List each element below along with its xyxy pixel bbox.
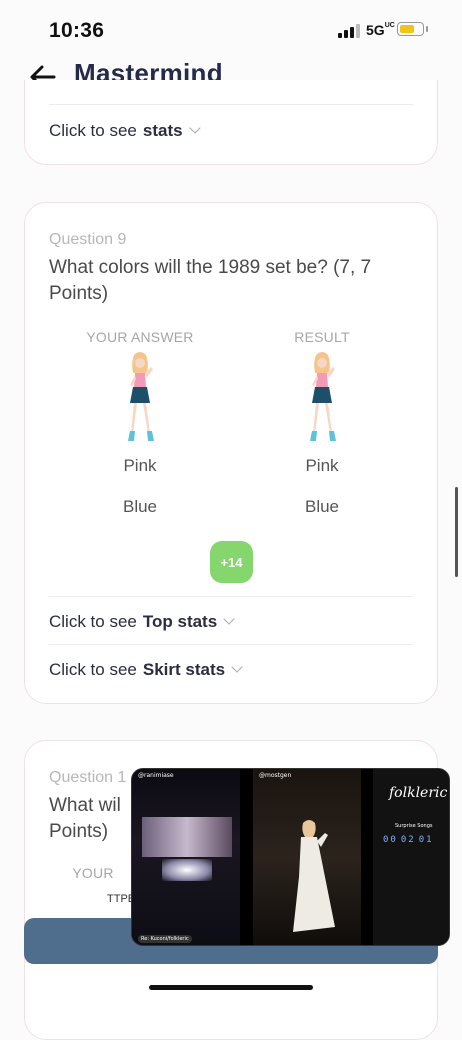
video-panel-right: folkleric Surprise Songs 0 0 0 2 0 1 bbox=[373, 769, 449, 945]
your-answer-heading: YOUR ANSWER bbox=[86, 329, 194, 345]
stats-link[interactable]: Click to see stats bbox=[49, 121, 201, 141]
chevron-down-icon bbox=[188, 122, 201, 134]
counter-digit: 0 bbox=[390, 835, 396, 845]
home-indicator[interactable] bbox=[149, 985, 313, 990]
question-text: What colors will the 1989 set be? (7, 7 … bbox=[49, 257, 372, 304]
pip-bottom-caption: Re: Kuconi/folkleric bbox=[138, 935, 192, 943]
result-value: Blue bbox=[304, 497, 340, 516]
signal-icon bbox=[338, 24, 360, 38]
outfit-figure-icon bbox=[128, 352, 154, 441]
pip-handle-mid: @mostgen bbox=[259, 772, 292, 779]
points-badge: +14 bbox=[210, 541, 253, 583]
stage-screen bbox=[142, 817, 232, 857]
your-answer-value: Pink bbox=[123, 456, 157, 475]
skirt-stats-link[interactable]: Click to see Skirt stats bbox=[49, 660, 243, 680]
battery-icon bbox=[397, 22, 424, 36]
question-card: Question 9 What colors will the 1989 set… bbox=[24, 202, 438, 704]
your-answer-value: Blue bbox=[122, 497, 158, 516]
pip-overlay-caption: Surprise Songs bbox=[395, 823, 433, 829]
counter-digit: 2 bbox=[408, 835, 414, 845]
counter-digit: 0 bbox=[418, 835, 425, 845]
video-panel-middle: @mostgen bbox=[253, 769, 361, 945]
outfit-figure-icon bbox=[310, 352, 336, 441]
result-value: Pink bbox=[305, 456, 339, 475]
stage-lights bbox=[162, 859, 212, 881]
top-stats-link[interactable]: Click to see Top stats bbox=[49, 612, 235, 632]
question-card-previous: Click to see stats bbox=[24, 80, 438, 165]
chevron-down-icon bbox=[231, 661, 243, 673]
status-time: 10:36 bbox=[49, 19, 105, 42]
question-number: Question 1 bbox=[49, 769, 127, 786]
divider bbox=[49, 644, 413, 645]
chevron-down-icon bbox=[223, 613, 235, 625]
counter-digit: 0 bbox=[383, 835, 389, 845]
pip-overlay-title: folkleric bbox=[389, 785, 448, 801]
surprise-counter: 0 0 0 2 0 1 bbox=[383, 835, 432, 845]
result-heading: RESULT bbox=[294, 329, 350, 345]
picture-in-picture-video[interactable]: @ranimiase Re: Kuconi/folkleric @mostgen… bbox=[131, 768, 450, 946]
scrollbar[interactable] bbox=[455, 487, 458, 577]
battery-tip bbox=[426, 26, 428, 32]
network-type: 5GUC bbox=[366, 22, 395, 38]
divider bbox=[49, 104, 413, 105]
counter-digit: 0 bbox=[400, 835, 407, 845]
question-number: Question 9 bbox=[49, 231, 127, 248]
divider bbox=[49, 596, 413, 597]
pip-handle-left: @ranimiase bbox=[138, 772, 174, 779]
video-panel-left: @ranimiase Re: Kuconi/folkleric bbox=[132, 769, 240, 945]
counter-digit: 1 bbox=[426, 835, 432, 845]
status-bar: 10:36 5GUC bbox=[0, 0, 462, 56]
performer-figure-icon bbox=[293, 820, 335, 932]
